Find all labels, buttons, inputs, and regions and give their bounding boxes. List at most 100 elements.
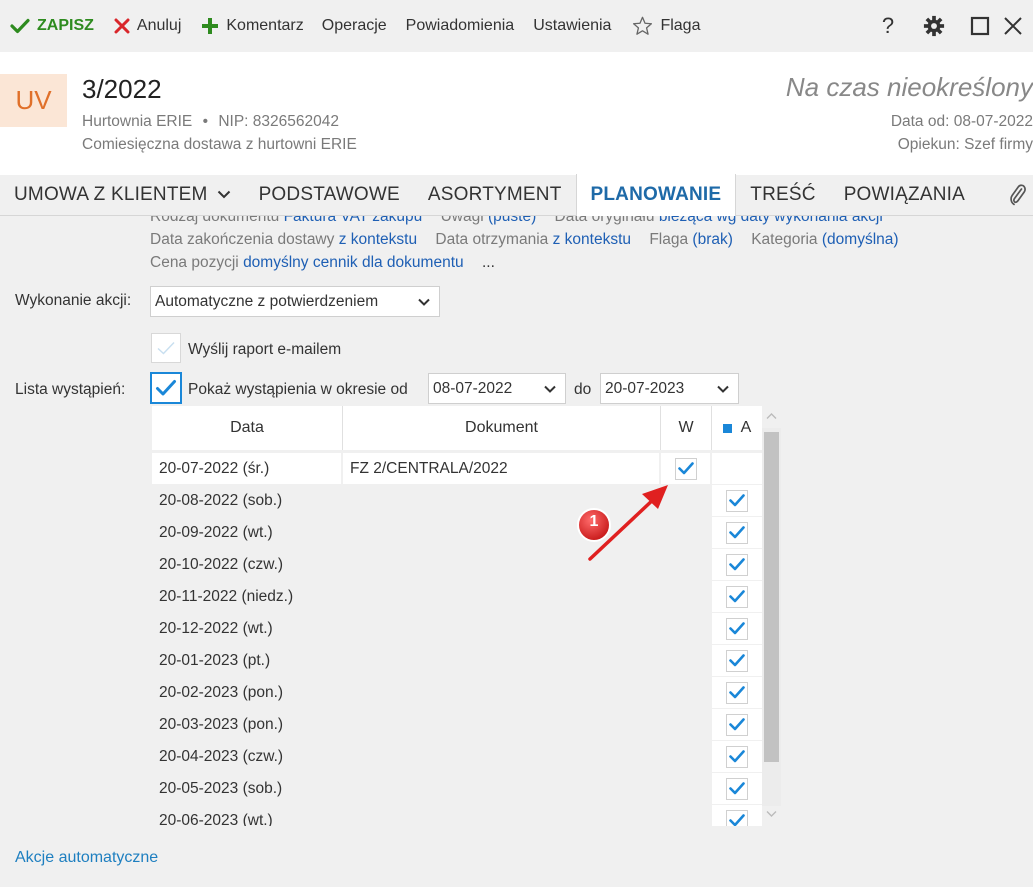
- tab-powiazania[interactable]: POWIĄZANIA: [830, 174, 979, 215]
- show-occurrences-checkbox[interactable]: [150, 372, 182, 404]
- separator-dot: •: [202, 113, 209, 130]
- tab-podstawowe[interactable]: PODSTAWOWE: [245, 174, 414, 215]
- category-label: Kategoria: [751, 231, 818, 248]
- cell-a: [712, 805, 762, 826]
- table-row[interactable]: 20-11-2022 (niedz.): [152, 581, 762, 613]
- settings-menu[interactable]: Ustawienia: [533, 0, 611, 52]
- a-checkbox[interactable]: [726, 553, 748, 576]
- doc-type-link[interactable]: Faktura VAT zakupu: [284, 216, 423, 225]
- operations-label: Operacje: [321, 17, 387, 34]
- help-label: ?: [881, 13, 895, 38]
- close-window-icon[interactable]: [1003, 16, 1033, 36]
- tab-tresc[interactable]: TREŚĆ: [736, 174, 829, 215]
- table-row[interactable]: 20-02-2023 (pon.): [152, 677, 762, 709]
- scrollbar-thumb[interactable]: [764, 432, 779, 762]
- tab-umowa-z-klientem[interactable]: UMOWA Z KLIENTEM: [0, 174, 245, 215]
- period-to-select[interactable]: 20-07-2023: [600, 373, 739, 404]
- cell-w: [661, 709, 710, 740]
- flag-label: Flaga: [660, 17, 701, 34]
- checkmark-icon: [156, 380, 176, 396]
- cell-w: [661, 613, 710, 644]
- a-checkbox[interactable]: [726, 713, 748, 736]
- tab-label: PODSTAWOWE: [258, 183, 400, 205]
- cell-document[interactable]: [343, 805, 659, 826]
- cell-document[interactable]: [343, 741, 659, 772]
- cell-a: [712, 741, 762, 772]
- cell-document[interactable]: [343, 581, 659, 612]
- category-link[interactable]: (domyślna): [822, 231, 899, 248]
- flag-button[interactable]: Flaga: [632, 0, 700, 52]
- checkmark-icon: [157, 342, 175, 355]
- cell-a: [712, 773, 762, 804]
- cell-document[interactable]: [343, 773, 659, 804]
- info-line-2: Data zakończenia dostawy z kontekstu Dat…: [150, 231, 899, 249]
- price-link[interactable]: domyślny cennik dla dokumentu: [243, 254, 464, 271]
- attachment-icon[interactable]: [995, 174, 1033, 215]
- planning-panel: Rodzaj dokumentu Faktura VAT zakupu Uwag…: [0, 216, 1033, 887]
- cell-a: [712, 645, 762, 676]
- help-icon[interactable]: ?: [865, 13, 911, 39]
- operations-menu[interactable]: Operacje: [322, 0, 387, 52]
- grid-scrollbar[interactable]: [762, 406, 781, 826]
- a-checkbox[interactable]: [726, 745, 748, 768]
- a-checkbox[interactable]: [726, 777, 748, 800]
- received-date-link[interactable]: z kontekstu: [553, 231, 631, 248]
- cell-w: [661, 773, 710, 804]
- cell-w: [661, 645, 710, 676]
- settings-label: Ustawienia: [533, 17, 612, 34]
- info-line-1: Rodzaj dokumentu Faktura VAT zakupu Uwag…: [150, 216, 883, 226]
- orig-date-link[interactable]: bieżąca wg daty wykonania akcji: [659, 216, 883, 225]
- contractor-name[interactable]: Hurtownia ERIE: [82, 113, 192, 130]
- tab-label: POWIĄZANIA: [843, 183, 965, 205]
- save-button[interactable]: ZAPISZ: [10, 0, 94, 52]
- occurrences-grid: Data Dokument W A 20-07-2022 (śr.) FZ 2/C…: [152, 406, 762, 826]
- email-report-checkbox[interactable]: [151, 333, 181, 363]
- a-checkbox[interactable]: [726, 521, 748, 544]
- tab-asortyment[interactable]: ASORTYMENT: [414, 174, 576, 215]
- a-checkbox[interactable]: [726, 649, 748, 672]
- a-checkbox[interactable]: [726, 585, 748, 608]
- scroll-down-icon[interactable]: [766, 810, 777, 818]
- delivery-end-link[interactable]: z kontekstu: [339, 231, 417, 248]
- flag-info-link[interactable]: (brak): [692, 231, 732, 248]
- received-date-label: Data otrzymania: [435, 231, 549, 248]
- cell-date: 20-12-2022 (wt.): [152, 613, 341, 644]
- table-row[interactable]: 20-06-2023 (wt.): [152, 805, 762, 826]
- notes-link[interactable]: (puste): [488, 216, 536, 225]
- gear-icon[interactable]: [911, 15, 957, 37]
- comment-button[interactable]: Komentarz: [201, 0, 304, 52]
- cell-document[interactable]: [343, 613, 659, 644]
- action-execution-select[interactable]: Automatyczne z potwierdzeniem: [150, 286, 440, 317]
- more-link[interactable]: ...: [482, 254, 495, 271]
- tab-planowanie[interactable]: PLANOWANIE: [575, 174, 737, 216]
- toolbar: ZAPISZ Anuluj Komentarz Operacje Powiado…: [0, 0, 1033, 52]
- period-from-select[interactable]: 08-07-2022: [428, 373, 566, 404]
- cell-a: [712, 517, 762, 548]
- notifications-menu[interactable]: Powiadomienia: [406, 0, 515, 52]
- a-checkbox[interactable]: [726, 617, 748, 640]
- table-row[interactable]: 20-12-2022 (wt.): [152, 613, 762, 645]
- grid-header: Data Dokument W A: [152, 406, 762, 450]
- table-row[interactable]: 20-04-2023 (czw.): [152, 741, 762, 773]
- column-header-date[interactable]: Data: [152, 406, 343, 450]
- tab-label: UMOWA Z KLIENTEM: [14, 183, 208, 205]
- table-row[interactable]: 20-05-2023 (sob.): [152, 773, 762, 805]
- a-checkbox[interactable]: [726, 489, 748, 512]
- a-checkbox[interactable]: [726, 681, 748, 704]
- cell-document[interactable]: [343, 709, 659, 740]
- cell-document[interactable]: [343, 677, 659, 708]
- column-header-a-label: A: [740, 419, 752, 436]
- maximize-icon[interactable]: [957, 16, 1003, 36]
- column-header-a[interactable]: A: [712, 406, 762, 450]
- scroll-up-icon[interactable]: [766, 412, 777, 420]
- a-checkbox[interactable]: [726, 809, 748, 826]
- cell-document[interactable]: [343, 645, 659, 676]
- tab-bar: UMOWA Z KLIENTEM PODSTAWOWE ASORTYMENT P…: [0, 174, 1033, 216]
- table-row[interactable]: 20-03-2023 (pon.): [152, 709, 762, 741]
- column-header-w[interactable]: W: [661, 406, 712, 450]
- select-all-square-icon[interactable]: [722, 423, 732, 433]
- table-row[interactable]: 20-01-2023 (pt.): [152, 645, 762, 677]
- column-header-document[interactable]: Dokument: [343, 406, 661, 450]
- cancel-button[interactable]: Anuluj: [114, 0, 181, 52]
- automatic-actions-link[interactable]: Akcje automatyczne: [15, 849, 158, 867]
